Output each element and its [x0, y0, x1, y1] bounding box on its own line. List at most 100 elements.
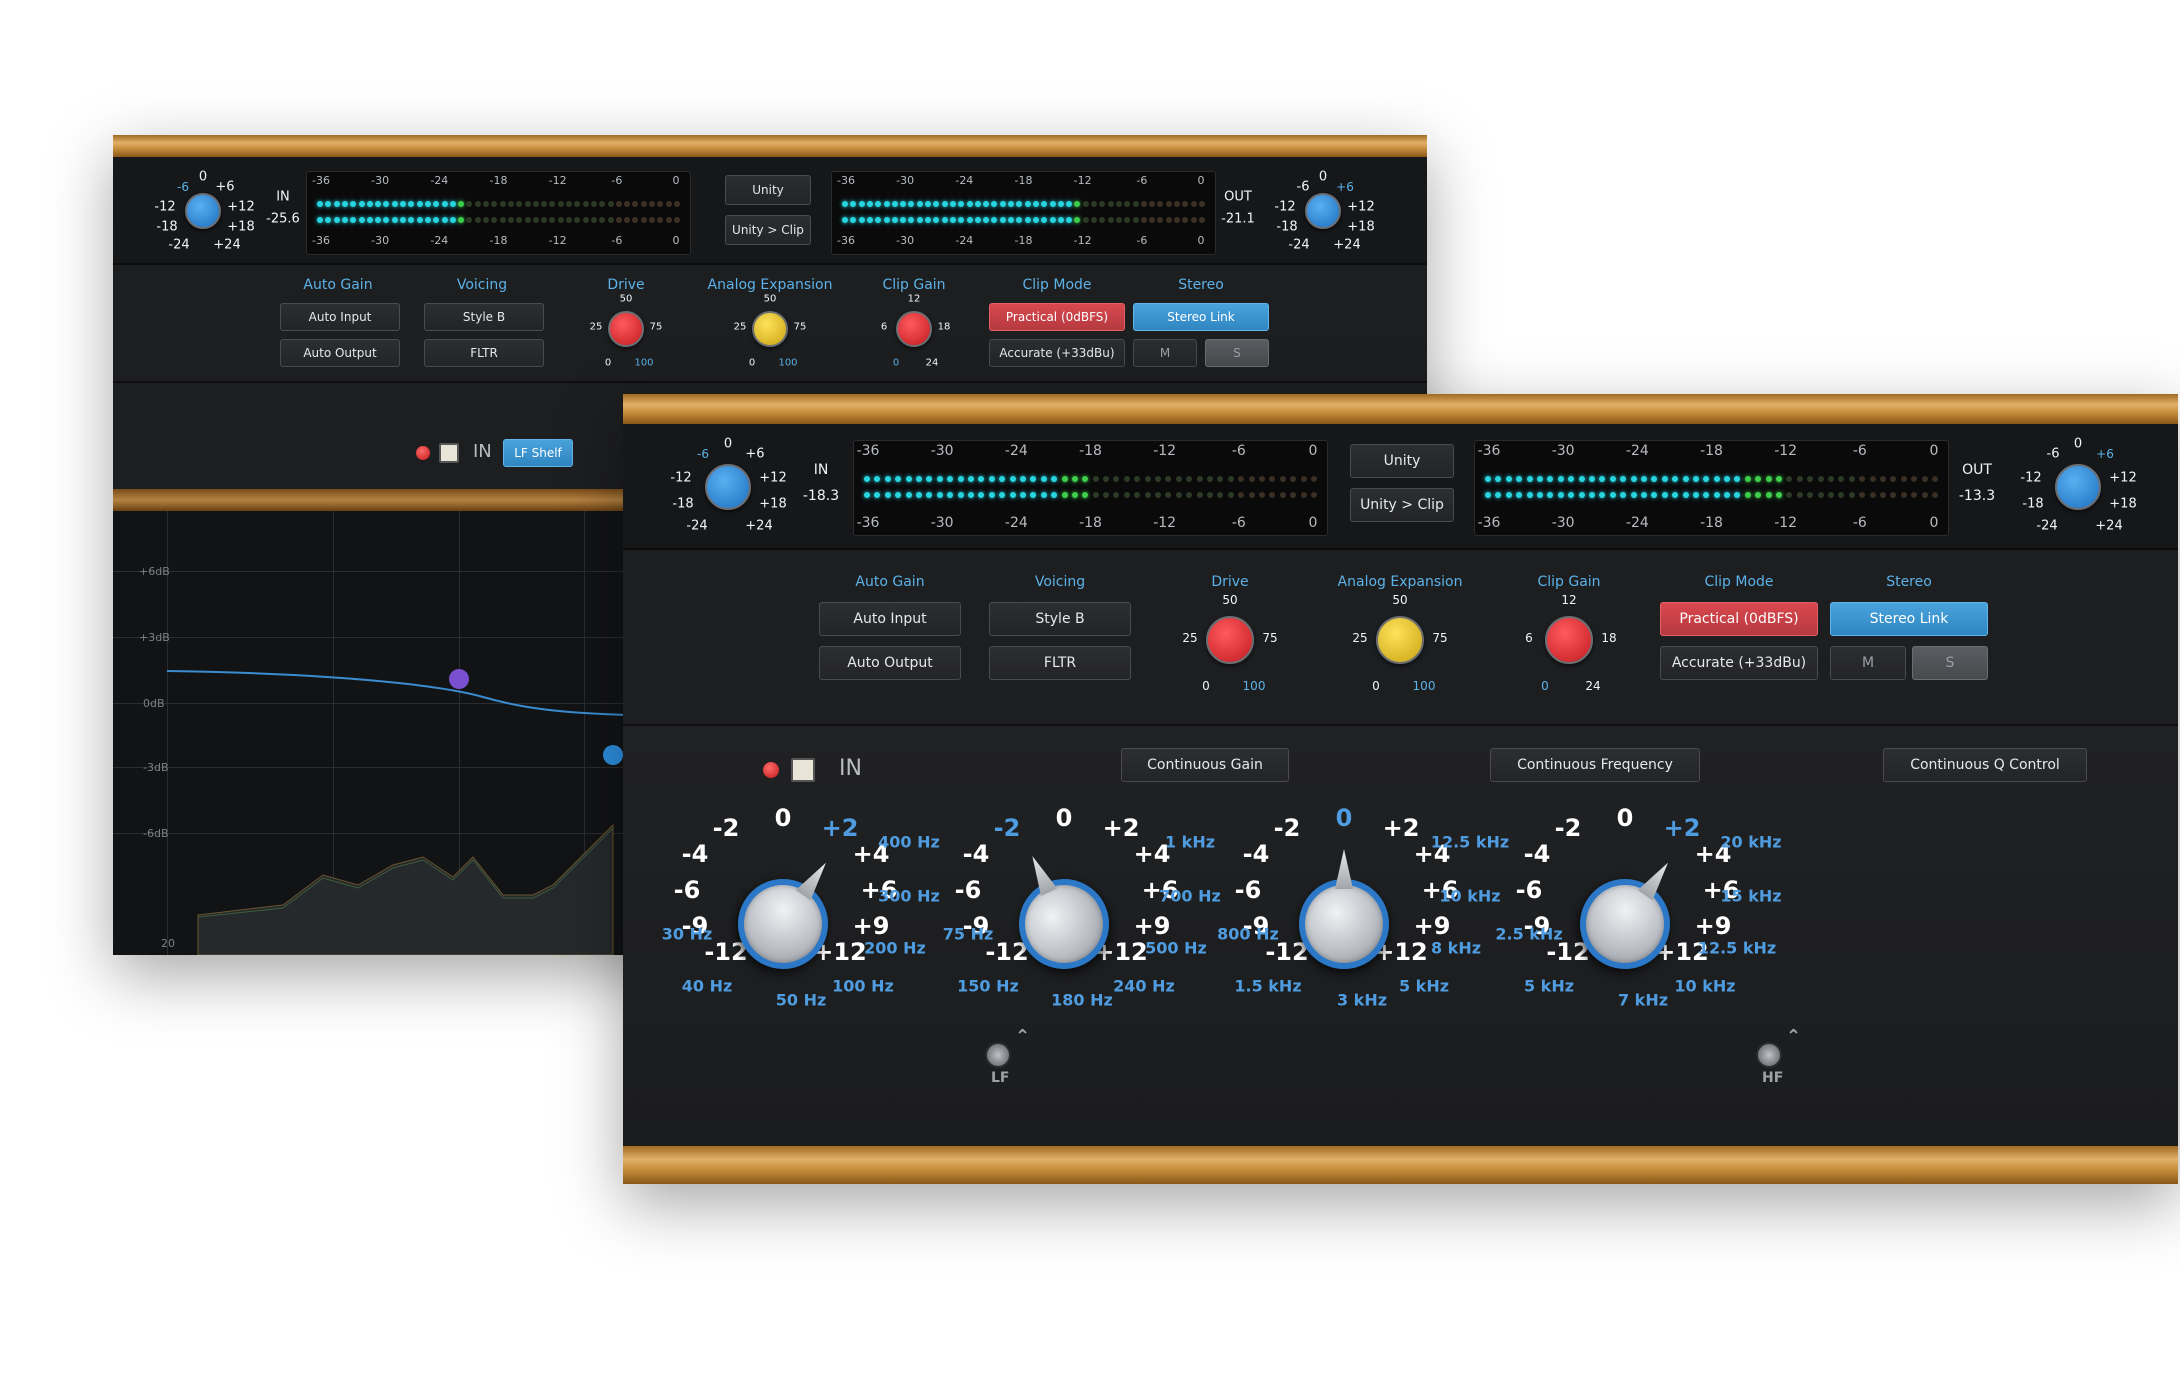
clip-gain-knob[interactable]: 12 6 18 0 24	[1519, 593, 1619, 694]
unity-clip-button[interactable]: Unity > Clip	[1350, 488, 1454, 522]
meter-led	[624, 201, 631, 207]
meter-led	[1640, 476, 1647, 482]
practical-button[interactable]: Practical (0dBFS)	[989, 303, 1125, 331]
meter-led	[1921, 492, 1928, 498]
auto-input-button[interactable]: Auto Input	[280, 303, 400, 331]
meter-scale-label: -36	[856, 515, 880, 531]
lf-shelf-button[interactable]: LF Shelf	[503, 439, 573, 467]
meter-scale-label: -12	[1153, 515, 1177, 531]
frequency-label: 5 kHz	[1398, 976, 1450, 996]
meter-led	[1016, 201, 1023, 207]
meter-led	[1030, 492, 1037, 498]
continuous-q-button[interactable]: Continuous Q Control	[1883, 748, 2087, 782]
eq-node-blue[interactable]	[603, 745, 623, 765]
meter-led	[1557, 476, 1564, 482]
style-b-button[interactable]: Style B	[989, 602, 1131, 636]
eq-band-knob[interactable]	[1562, 879, 1688, 987]
input-gain-knob[interactable]: 0 -6 +6 -12 +12 -18 +18 -24 +24	[143, 165, 263, 261]
meter-led	[1134, 492, 1141, 498]
unity-button[interactable]: Unity	[725, 175, 811, 205]
side-button[interactable]: S	[1205, 339, 1269, 367]
clip-gain-knob[interactable]: 12 6 18 0 24	[874, 294, 954, 375]
meter-led	[947, 476, 954, 482]
style-b-button[interactable]: Style B	[424, 303, 544, 331]
drive-knob[interactable]: 50 25 75 0 100	[586, 294, 666, 375]
eq-band-knob[interactable]	[720, 879, 846, 987]
fltr-button[interactable]: FLTR	[989, 646, 1131, 680]
meter-led	[1227, 476, 1234, 482]
auto-input-button[interactable]: Auto Input	[819, 602, 961, 636]
fltr-button[interactable]: FLTR	[424, 339, 544, 367]
meter-led	[566, 201, 573, 207]
meter-led	[858, 217, 865, 223]
bypass-switch[interactable]	[439, 443, 459, 463]
frequency-label: 1 kHz	[1164, 832, 1216, 852]
meter-led	[499, 217, 506, 223]
unity-button[interactable]: Unity	[1350, 444, 1454, 478]
meter-led	[1526, 492, 1533, 498]
meter-led	[1196, 476, 1203, 482]
gain-scale-label: 0	[1335, 804, 1353, 832]
meter-led	[1547, 476, 1554, 482]
input-gain-knob[interactable]: 0 -6 +6 -12 +12 -18 +18 -24 +24	[663, 434, 793, 544]
side-button[interactable]: S	[1912, 646, 1988, 680]
meter-led	[1744, 476, 1751, 482]
meter-scale-label: 0	[1929, 515, 1939, 531]
output-gain-knob[interactable]: 0 -6 +6 -12 +12 -18 +18 -24 +24	[2013, 434, 2143, 544]
mid-button[interactable]: M	[1133, 339, 1197, 367]
meter-led	[400, 201, 407, 207]
continuous-gain-button[interactable]: Continuous Gain	[1121, 748, 1289, 782]
bypass-switch[interactable]	[791, 758, 815, 782]
continuous-frequency-button[interactable]: Continuous Frequency	[1490, 748, 1700, 782]
analog-expansion-knob[interactable]: 50 25 75 0 100	[1350, 593, 1450, 694]
meter-led	[333, 217, 340, 223]
meter-led	[1074, 201, 1081, 207]
meter-led	[1123, 476, 1130, 482]
mid-button[interactable]: M	[1830, 646, 1906, 680]
output-gain-knob[interactable]: 0 -6 +6 -12 +12 -18 +18 -24 +24	[1263, 165, 1383, 261]
meter-led-row	[1485, 476, 1938, 484]
meter-led	[974, 217, 981, 223]
eq-band-knob[interactable]	[1004, 879, 1124, 984]
auto-output-button[interactable]: Auto Output	[280, 339, 400, 367]
stereo-link-button[interactable]: Stereo Link	[1830, 602, 1988, 636]
auto-output-button[interactable]: Auto Output	[819, 646, 961, 680]
gain-scale-label: +9	[1413, 912, 1451, 940]
meter-led	[1290, 492, 1297, 498]
meter-led	[1155, 476, 1162, 482]
meter-led	[649, 201, 656, 207]
meter-led	[1149, 201, 1156, 207]
meter-led	[1238, 476, 1245, 482]
meter-led	[1269, 476, 1276, 482]
meter-led	[949, 201, 956, 207]
meter-led	[391, 217, 398, 223]
meter-led	[341, 217, 348, 223]
analog-expansion-knob[interactable]: 50 25 75 0 100	[730, 294, 810, 375]
meter-led	[1672, 476, 1679, 482]
frequency-label: 10 kHz	[1439, 886, 1501, 906]
meter-led	[1024, 201, 1031, 207]
meter-led	[1074, 217, 1081, 223]
meter-led	[1030, 476, 1037, 482]
practical-button[interactable]: Practical (0dBFS)	[1660, 602, 1818, 636]
lf-toggle-switch[interactable]	[985, 1042, 1011, 1068]
hf-toggle-switch[interactable]	[1756, 1042, 1782, 1068]
meter-led	[325, 217, 332, 223]
eq-band-knob[interactable]	[1299, 849, 1389, 969]
meter-scale-label: -24	[1004, 443, 1028, 459]
meter-led	[866, 201, 873, 207]
meter-led	[1713, 476, 1720, 482]
meter-led	[1599, 476, 1606, 482]
drive-knob[interactable]: 50 25 75 0 100	[1180, 593, 1280, 694]
meter-scale-label: -30	[930, 443, 954, 459]
eq-node-purple[interactable]	[449, 669, 469, 689]
stereo-link-button[interactable]: Stereo Link	[1133, 303, 1269, 331]
meter-led	[391, 201, 398, 207]
accurate-button[interactable]: Accurate (+33dBu)	[989, 339, 1125, 367]
accurate-button[interactable]: Accurate (+33dBu)	[1660, 646, 1818, 680]
unity-clip-button[interactable]: Unity > Clip	[725, 215, 811, 245]
meter-led	[1880, 492, 1887, 498]
meter-led	[1311, 476, 1317, 482]
meter-led	[916, 201, 923, 207]
meter-led	[433, 201, 440, 207]
